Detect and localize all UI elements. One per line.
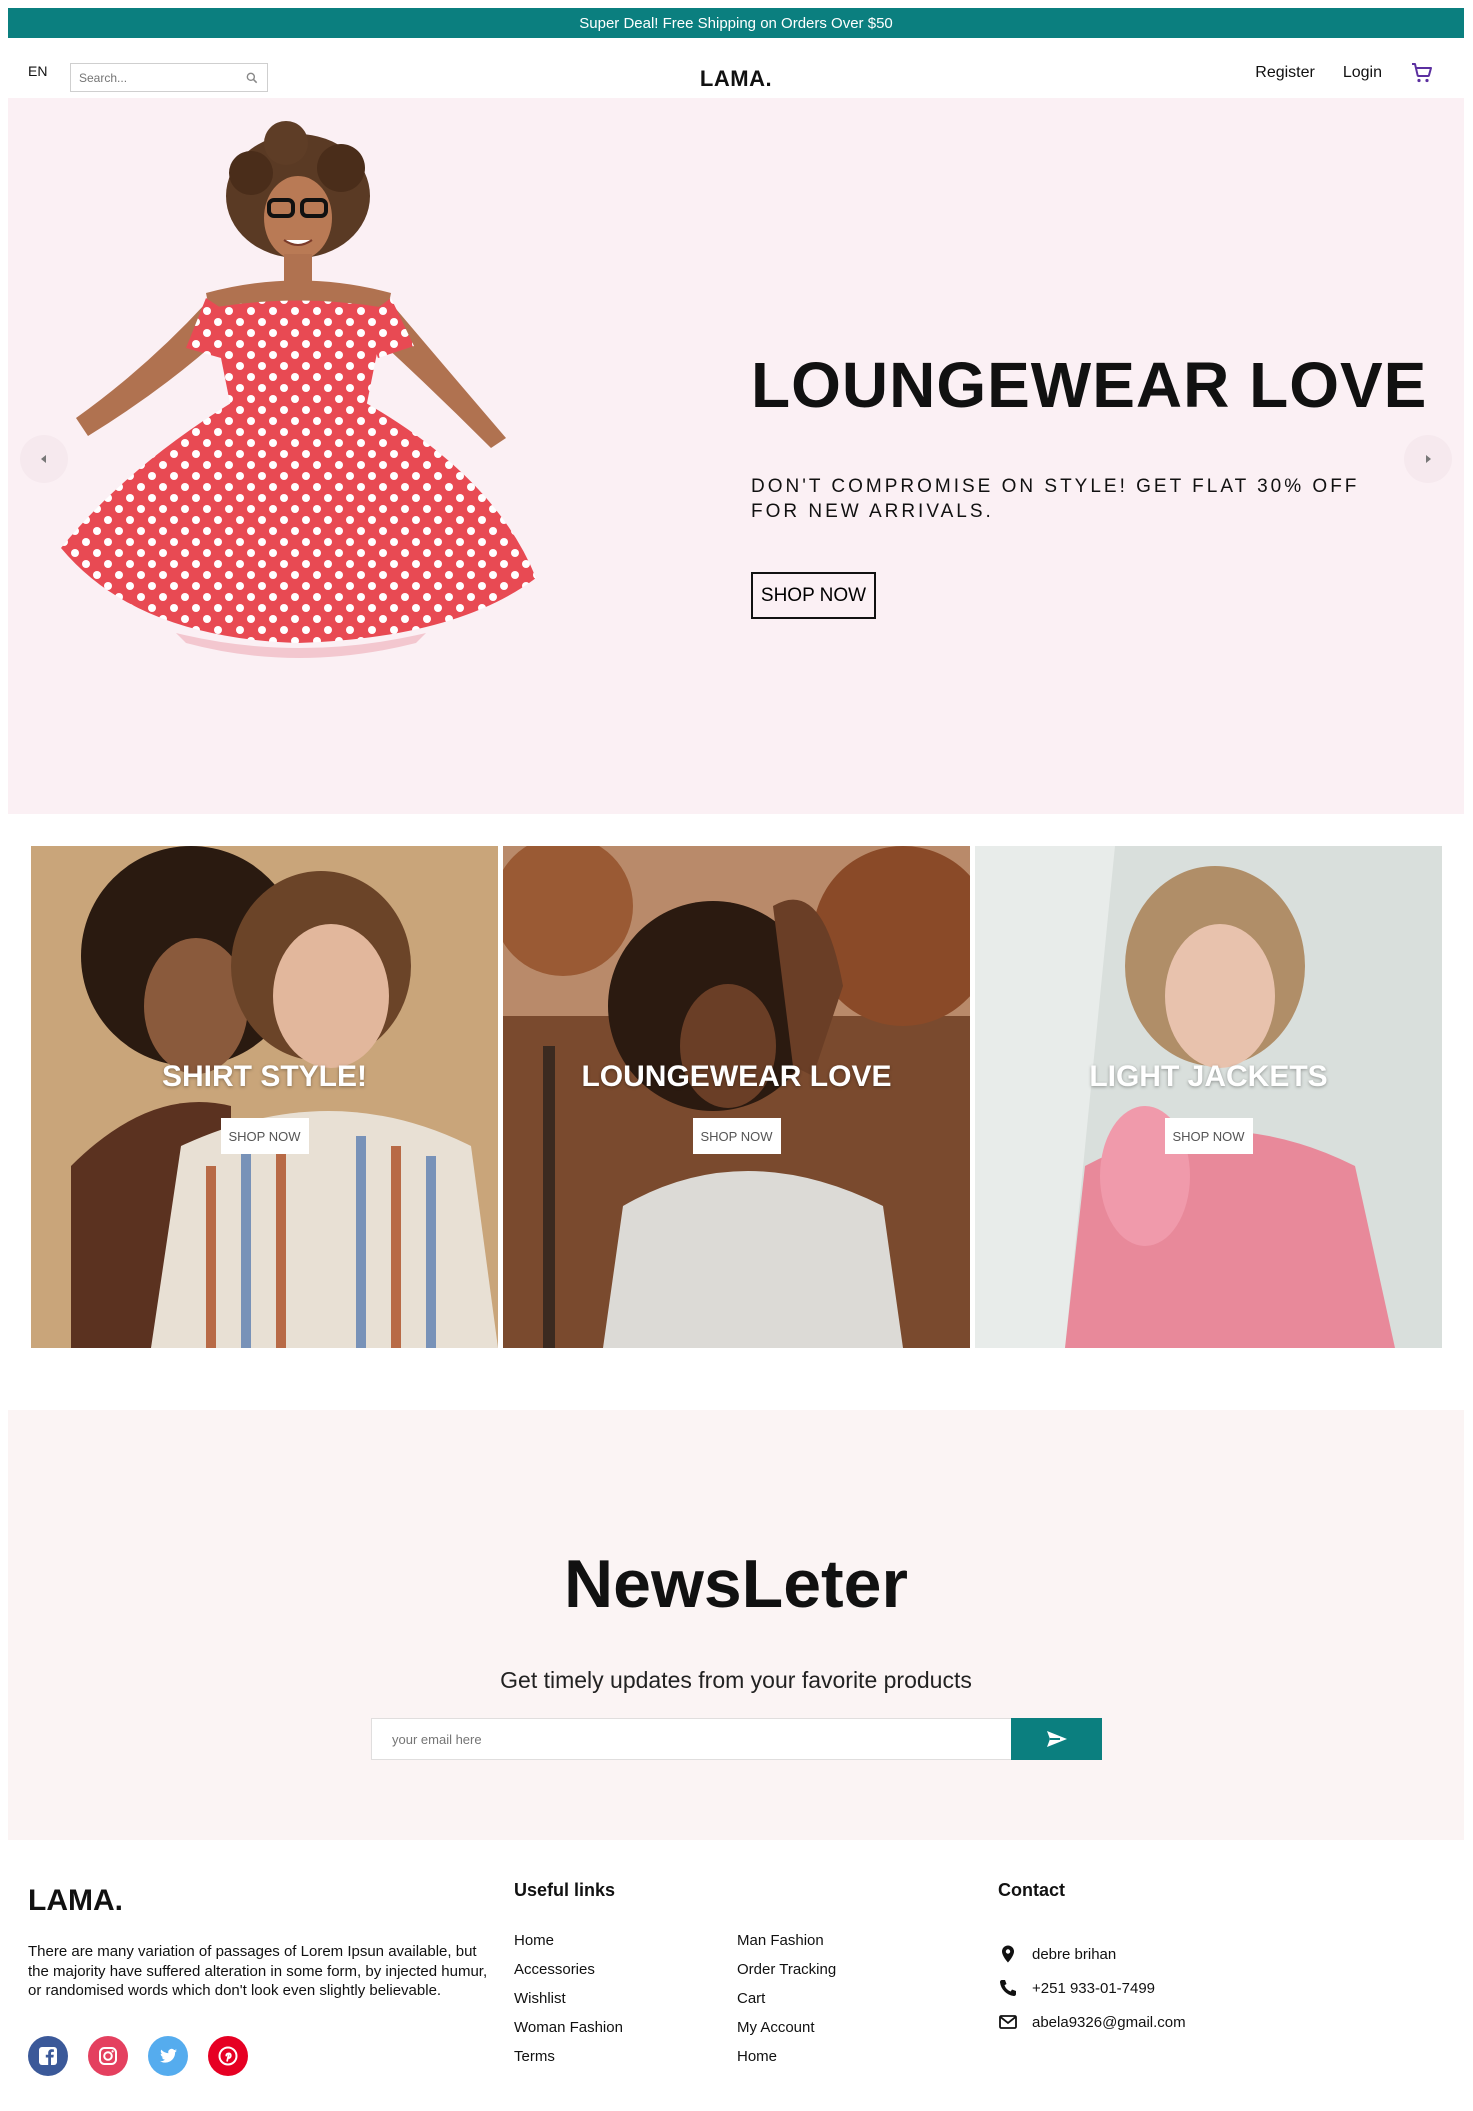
location-pin-icon <box>1002 1945 1014 1963</box>
category-card-shirt-style[interactable]: SHIRT STYLE! SHOP NOW <box>31 846 498 1348</box>
contact-list: debre brihan +251 933-01-7499 abela9326@… <box>998 1932 1186 2044</box>
category-card-light-jackets[interactable]: LIGHT JACKETS SHOP NOW <box>975 846 1442 1348</box>
category-image-light-jackets <box>975 846 1442 1348</box>
cart-button[interactable] <box>1410 61 1434 85</box>
newsletter-subtitle: Get timely updates from your favorite pr… <box>500 1667 972 1693</box>
category-shop-now-button[interactable]: SHOP NOW <box>220 1118 309 1154</box>
footer-link[interactable]: Terms <box>514 2048 623 2077</box>
facebook-button[interactable] <box>28 2036 68 2076</box>
useful-links-col1: Home Accessories Wishlist Woman Fashion … <box>514 1932 623 2077</box>
instagram-button[interactable] <box>88 2036 128 2076</box>
footer-description: There are many variation of passages of … <box>28 1943 488 1999</box>
footer: LAMA. There are many variation of passag… <box>8 1840 1464 2111</box>
category-image-shirt-style <box>31 846 498 1348</box>
useful-links-col2: Man Fashion Order Tracking Cart My Accou… <box>737 1932 836 2077</box>
contact-email: abela9326@gmail.com <box>998 2000 1186 2044</box>
footer-link[interactable]: Accessories <box>514 1961 623 1990</box>
category-image-loungewear-love <box>503 846 970 1348</box>
contact-phone-text[interactable]: +251 933-01-7499 <box>1032 1980 1155 1997</box>
register-link[interactable]: Register <box>1255 64 1315 82</box>
footer-logo[interactable]: LAMA. <box>28 1884 123 1918</box>
footer-link[interactable]: Home <box>514 1932 623 1961</box>
facebook-icon <box>39 2047 57 2065</box>
category-grid: SHIRT STYLE! SHOP NOW LOUNGEWEAR LOVE SH… <box>31 846 1442 1348</box>
newsletter-form <box>371 1718 1102 1760</box>
logo[interactable]: LAMA. <box>8 66 1464 92</box>
hero-title: LOUNGEWEAR LOVE <box>751 349 1428 421</box>
category-title: LIGHT JACKETS <box>1089 1060 1328 1093</box>
footer-link[interactable]: Home <box>737 2048 836 2077</box>
footer-link[interactable]: Wishlist <box>514 1990 623 2019</box>
cart-icon <box>1412 63 1432 83</box>
hero-model-image <box>61 121 536 658</box>
contact-email-text[interactable]: abela9326@gmail.com <box>1032 2014 1186 2031</box>
category-card-loungewear-love[interactable]: LOUNGEWEAR LOVE SHOP NOW <box>503 846 970 1348</box>
twitter-button[interactable] <box>148 2036 188 2076</box>
footer-link[interactable]: Man Fashion <box>737 1932 836 1961</box>
pinterest-button[interactable] <box>208 2036 248 2076</box>
newsletter-email-input[interactable] <box>371 1718 1011 1760</box>
instagram-icon <box>99 2047 117 2065</box>
twitter-icon <box>160 2048 177 2063</box>
announcement-bar: Super Deal! Free Shipping on Orders Over… <box>8 8 1464 38</box>
email-icon <box>999 2015 1017 2029</box>
category-title: SHIRT STYLE! <box>161 1060 367 1093</box>
contact-address-text: debre brihan <box>1032 1945 1117 1963</box>
footer-link[interactable]: Order Tracking <box>737 1961 836 1990</box>
page: Super Deal! Free Shipping on Orders Over… <box>0 0 1473 2111</box>
newsletter-title: NewsLeter <box>564 1546 908 1622</box>
footer-link[interactable]: Cart <box>737 1990 836 2019</box>
caret-right-icon <box>1426 455 1431 463</box>
hero-slider: LOUNGEWEAR LOVE DON'T COMPROMISE ON STYL… <box>8 98 1464 814</box>
footer-link[interactable]: Woman Fashion <box>514 2019 623 2048</box>
login-link[interactable]: Login <box>1343 64 1382 82</box>
useful-links-title: Useful links <box>514 1880 616 1900</box>
navbar: EN LAMA. Register Login <box>8 44 1464 98</box>
hero-description: DON'T COMPROMISE ON STYLE! GET FLAT 30% … <box>751 476 1360 522</box>
category-title: LOUNGEWEAR LOVE <box>581 1060 892 1093</box>
pinterest-icon <box>218 2046 238 2066</box>
send-icon <box>1046 1731 1067 1747</box>
category-shop-now-button[interactable]: SHOP NOW <box>692 1118 781 1154</box>
slider-next-button[interactable] <box>1404 435 1452 483</box>
newsletter-section: NewsLeter Get timely updates from your f… <box>8 1410 1464 1840</box>
nav-actions: Register Login <box>1255 61 1434 85</box>
announcement-text: Super Deal! Free Shipping on Orders Over… <box>579 14 893 32</box>
social-links <box>28 2036 248 2076</box>
footer-link[interactable]: My Account <box>737 2019 836 2048</box>
category-shop-now-button[interactable]: SHOP NOW <box>1164 1118 1253 1154</box>
contact-title: Contact <box>998 1880 1065 1900</box>
phone-icon <box>999 1980 1016 1997</box>
newsletter-send-button[interactable] <box>1011 1718 1102 1760</box>
hero-shop-now-button[interactable]: SHOP NOW <box>751 572 876 619</box>
